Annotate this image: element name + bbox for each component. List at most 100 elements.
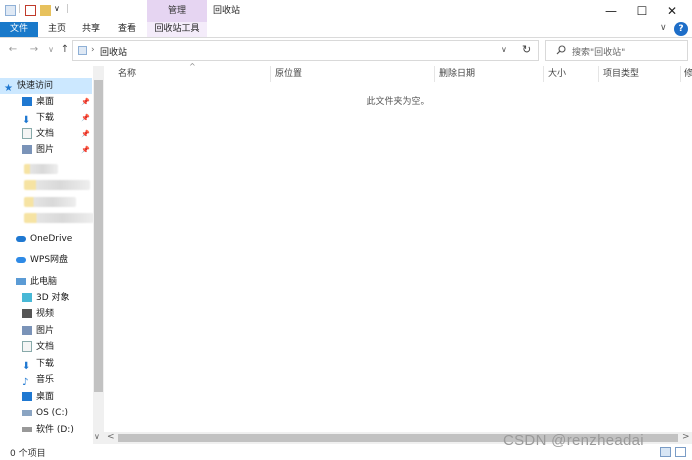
pinned-folder-obscured[interactable]: [24, 164, 58, 174]
sidebar-item-label: 3D 对象: [36, 293, 70, 303]
sidebar-item-downloads[interactable]: ⬇ 下载 📌: [0, 110, 92, 126]
sidebar-item-videos[interactable]: 视频: [0, 306, 92, 322]
pin-icon[interactable]: 📌: [81, 142, 90, 158]
pin-icon[interactable]: 📌: [81, 126, 90, 142]
sidebar-item-label: 软件 (D:): [36, 425, 74, 435]
sidebar-item-onedrive[interactable]: OneDrive: [0, 231, 92, 247]
scroll-left-icon[interactable]: <: [107, 432, 115, 442]
column-header-original-location[interactable]: 原位置: [275, 66, 302, 82]
back-button[interactable]: ←: [6, 42, 20, 58]
sidebar-item-label: 下载: [36, 359, 55, 369]
drive-icon: [22, 427, 32, 432]
download-arrow-icon: ⬇: [22, 361, 31, 372]
sidebar-scrollbar-thumb[interactable]: [94, 80, 103, 392]
maximize-button[interactable]: ☐: [625, 0, 659, 22]
column-divider[interactable]: [598, 66, 599, 82]
column-divider[interactable]: [680, 66, 681, 82]
qat-customize-icon[interactable]: ∨: [54, 4, 60, 13]
sidebar-item-documents-pc[interactable]: 文档: [0, 339, 92, 355]
tab-recycle-bin-tools[interactable]: 回收站工具: [147, 22, 207, 37]
film-icon: [22, 309, 32, 318]
forward-button[interactable]: →: [27, 42, 41, 58]
contextual-tab-header-label: 管理: [167, 6, 186, 16]
column-divider[interactable]: [270, 66, 271, 82]
navigation-pane: ★ 快速访问 桌面 📌 ⬇ 下载 📌 文档 📌 图片 📌 OneDrive WPS网…: [0, 66, 104, 444]
pin-icon[interactable]: 📌: [81, 110, 90, 126]
pin-icon[interactable]: 📌: [81, 94, 90, 110]
sidebar-item-label: 桌面: [36, 97, 55, 107]
item-count: 0 个项目: [10, 449, 46, 459]
contextual-tab-header: 管理: [147, 0, 207, 22]
help-icon[interactable]: ?: [674, 22, 688, 36]
sidebar-item-downloads-pc[interactable]: ⬇ 下载: [0, 356, 92, 372]
sidebar-item-documents[interactable]: 文档 📌: [0, 126, 92, 142]
sort-ascending-icon: ^: [189, 62, 196, 71]
sidebar-item-quick-access[interactable]: ★ 快速访问: [0, 78, 92, 94]
computer-icon: [16, 278, 26, 285]
desktop-icon: [22, 97, 32, 106]
cloud-icon: [16, 235, 26, 242]
scroll-down-icon[interactable]: ∨: [94, 432, 100, 441]
watermark: CSDN @renzheadai: [503, 432, 644, 449]
tab-share[interactable]: 共享: [74, 22, 108, 37]
drive-icon: [22, 409, 32, 416]
cube-icon: [22, 293, 32, 302]
new-folder-icon[interactable]: [40, 5, 51, 16]
ribbon-expand-icon[interactable]: ∨: [660, 23, 667, 33]
column-header-modified[interactable]: 修: [684, 66, 692, 82]
column-header-date-deleted[interactable]: 删除日期: [439, 66, 475, 82]
sidebar-item-label: 图片: [36, 145, 55, 155]
tab-file[interactable]: 文件: [0, 22, 38, 37]
sidebar-item-drive-c[interactable]: OS (C:): [0, 405, 92, 421]
column-header-name[interactable]: 名称: [118, 66, 136, 82]
sidebar-item-label: OS (C:): [36, 408, 68, 418]
tab-view[interactable]: 查看: [110, 22, 144, 37]
sidebar-item-desktop-pc[interactable]: 桌面: [0, 389, 92, 405]
refresh-button[interactable]: ↻: [522, 43, 531, 56]
address-dropdown-icon[interactable]: ∨: [501, 45, 507, 54]
details-view-icon[interactable]: [660, 447, 671, 457]
desktop-icon: [22, 392, 32, 401]
empty-folder-message: 此文件夹为空。: [366, 97, 430, 107]
sidebar-item-label: 桌面: [36, 392, 55, 402]
column-header-item-type[interactable]: 项目类型: [603, 66, 639, 82]
sidebar-item-desktop[interactable]: 桌面 📌: [0, 94, 92, 110]
search-icon: [556, 45, 566, 55]
recent-locations-button[interactable]: ∨: [44, 42, 58, 58]
column-header-size[interactable]: 大小: [548, 66, 566, 82]
scroll-right-icon[interactable]: >: [682, 432, 690, 442]
breadcrumb-recycle-bin[interactable]: 回收站: [100, 45, 127, 58]
sidebar-item-music[interactable]: ♪ 音乐: [0, 372, 92, 388]
sidebar-item-pictures[interactable]: 图片 📌: [0, 142, 92, 158]
pinned-folder-obscured[interactable]: [24, 213, 94, 223]
sidebar-item-label: 文档: [36, 342, 55, 352]
large-icons-view-icon[interactable]: [675, 447, 686, 457]
column-divider[interactable]: [434, 66, 435, 82]
sidebar-item-label: 快速访问: [16, 81, 53, 91]
sidebar-item-drive-d[interactable]: 软件 (D:): [0, 422, 92, 438]
qat-separator: |: [18, 4, 22, 14]
document-icon: [22, 128, 32, 139]
title-bar: [0, 0, 692, 22]
sidebar-item-label: 文档: [36, 129, 55, 139]
address-bar[interactable]: [72, 40, 539, 61]
properties-icon[interactable]: [25, 5, 36, 16]
sidebar-item-3d-objects[interactable]: 3D 对象: [0, 290, 92, 306]
minimize-button[interactable]: —: [594, 0, 628, 22]
music-note-icon: ♪: [22, 377, 29, 388]
close-button[interactable]: ✕: [655, 0, 689, 22]
breadcrumb-separator[interactable]: ›: [91, 45, 95, 55]
window-title: 回收站: [213, 6, 241, 16]
pinned-folder-obscured[interactable]: [24, 197, 76, 207]
sidebar-item-this-pc[interactable]: 此电脑: [0, 274, 92, 290]
sidebar-item-label: WPS网盘: [30, 255, 69, 265]
sidebar-item-label: OneDrive: [30, 234, 73, 244]
up-button[interactable]: ↑: [58, 42, 72, 58]
pinned-folder-obscured[interactable]: [24, 180, 90, 190]
column-divider[interactable]: [543, 66, 544, 82]
tab-home[interactable]: 主页: [40, 22, 74, 37]
recycle-bin-icon: [5, 5, 16, 16]
download-arrow-icon: ⬇: [22, 115, 31, 126]
sidebar-item-wps-cloud[interactable]: WPS网盘: [0, 252, 92, 268]
sidebar-item-pictures-pc[interactable]: 图片: [0, 323, 92, 339]
